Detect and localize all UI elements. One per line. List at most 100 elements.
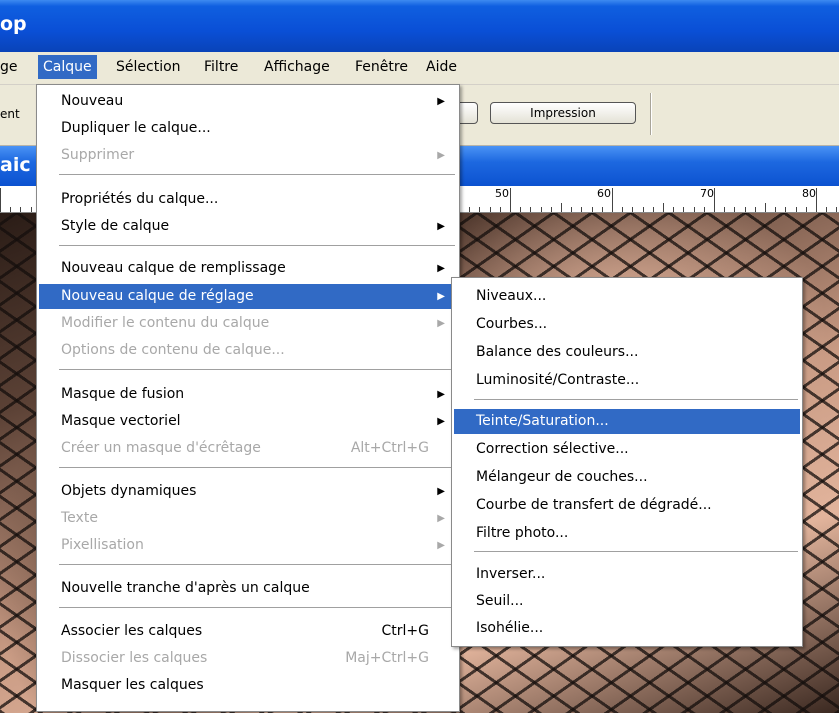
submenu-item-balance-couleurs[interactable]: Balance des couleurs... bbox=[454, 340, 800, 365]
submenu-arrow-icon: ▶ bbox=[437, 96, 445, 107]
menu-item-masque-vectoriel[interactable]: Masque vectoriel ▶ bbox=[39, 409, 457, 434]
menu-item-options-contenu: Options de contenu de calque... bbox=[39, 338, 457, 363]
menu-fenetre[interactable]: Fenêtre bbox=[355, 59, 408, 75]
ruler-tick bbox=[10, 207, 11, 212]
menu-item-nouvelle-tranche[interactable]: Nouvelle tranche d'après un calque bbox=[39, 576, 457, 601]
menu-item-label: Masque de fusion bbox=[61, 386, 185, 402]
ruler-tick bbox=[734, 207, 735, 212]
menu-item-dissocier: Dissocier les calques Maj+Ctrl+G bbox=[39, 646, 457, 671]
menu-item-label: Nouveau calque de réglage bbox=[61, 288, 254, 304]
menu-item-label: Courbes... bbox=[476, 316, 548, 332]
submenu-arrow-icon: ▶ bbox=[437, 416, 445, 427]
submenu-item-correction-selective[interactable]: Correction sélective... bbox=[454, 437, 800, 462]
print-button[interactable]: Impression bbox=[490, 102, 636, 124]
document-title: aic bbox=[0, 154, 31, 176]
menu-calque[interactable]: Calque bbox=[38, 55, 97, 79]
app-title: op bbox=[0, 13, 27, 35]
menu-item-label: Modifier le contenu du calque bbox=[61, 315, 270, 331]
ruler-tick bbox=[632, 207, 633, 212]
ruler-tick bbox=[31, 207, 32, 212]
menu-item-label: Mélangeur de couches... bbox=[476, 469, 648, 485]
menu-item-masque-fusion[interactable]: Masque de fusion ▶ bbox=[39, 382, 457, 407]
submenu-item-filtre-photo[interactable]: Filtre photo... bbox=[454, 521, 800, 546]
ruler-tick bbox=[724, 207, 725, 212]
ruler-tick bbox=[765, 203, 766, 212]
menu-item-shortcut: Alt+Ctrl+G bbox=[350, 440, 429, 456]
submenu-item-inverser[interactable]: Inverser... bbox=[454, 562, 800, 587]
submenu-item-luminosite-contraste[interactable]: Luminosité/Contraste... bbox=[454, 368, 800, 393]
menu-item-label: Isohélie... bbox=[476, 620, 544, 636]
ruler-tick bbox=[643, 207, 644, 212]
submenu-arrow-icon: ▶ bbox=[437, 513, 445, 524]
ruler-tick bbox=[806, 207, 807, 212]
ruler-tick bbox=[816, 188, 817, 212]
ruler-tick bbox=[653, 207, 654, 212]
reglage-submenu: Niveaux... Courbes... Balance des couleu… bbox=[451, 277, 803, 647]
menu-item-label: Niveaux... bbox=[476, 288, 547, 304]
menu-item-label: Pixellisation bbox=[61, 537, 144, 553]
submenu-item-courbe-transfert[interactable]: Courbe de transfert de dégradé... bbox=[454, 493, 800, 518]
ruler-label: 50 bbox=[495, 187, 509, 200]
submenu-item-melangeur-couches[interactable]: Mélangeur de couches... bbox=[454, 465, 800, 490]
menu-item-objets-dynamiques[interactable]: Objets dynamiques ▶ bbox=[39, 479, 457, 504]
ruler-tick bbox=[775, 207, 776, 212]
menu-affichage[interactable]: Affichage bbox=[264, 59, 330, 75]
menu-item-proprietes[interactable]: Propriétés du calque... bbox=[39, 187, 457, 212]
menu-selection[interactable]: Sélection bbox=[116, 59, 181, 75]
submenu-item-seuil[interactable]: Seuil... bbox=[454, 589, 800, 614]
submenu-item-niveaux[interactable]: Niveaux... bbox=[454, 284, 800, 309]
menu-item-label: Masquer les calques bbox=[61, 677, 204, 693]
ruler-tick bbox=[622, 207, 623, 212]
menu-separator bbox=[474, 551, 798, 552]
ruler-tick bbox=[612, 188, 613, 212]
menu-item-nouveau[interactable]: Nouveau ▶ bbox=[39, 89, 457, 114]
menu-item-label: Masque vectoriel bbox=[61, 413, 181, 429]
menu-item-label: Objets dynamiques bbox=[61, 483, 197, 499]
title-bar: op bbox=[0, 0, 839, 52]
ruler-tick bbox=[704, 207, 705, 212]
ruler-label: 60 bbox=[597, 187, 611, 200]
menu-item-style[interactable]: Style de calque ▶ bbox=[39, 214, 457, 239]
submenu-item-teinte-saturation[interactable]: Teinte/Saturation... bbox=[454, 409, 800, 434]
ruler-tick bbox=[520, 207, 521, 212]
calque-menu: Nouveau ▶ Dupliquer le calque... Supprime… bbox=[36, 84, 460, 712]
menu-separator bbox=[59, 607, 455, 608]
submenu-arrow-icon: ▶ bbox=[437, 291, 445, 302]
menu-item-label: Balance des couleurs... bbox=[476, 344, 639, 360]
toolbar-label: ent bbox=[0, 107, 20, 121]
ruler-tick bbox=[571, 207, 572, 212]
ruler-tick bbox=[0, 188, 1, 212]
ruler-tick bbox=[20, 207, 21, 212]
menu-separator bbox=[59, 174, 455, 175]
menu-item-remplissage[interactable]: Nouveau calque de remplissage ▶ bbox=[39, 256, 457, 281]
submenu-item-isohelie[interactable]: Isohélie... bbox=[454, 616, 800, 641]
menu-item-masquer[interactable]: Masquer les calques bbox=[39, 673, 457, 698]
menu-item-label: Luminosité/Contraste... bbox=[476, 372, 640, 388]
menu-item-label: Dupliquer le calque... bbox=[61, 120, 211, 136]
menu-item-dupliquer[interactable]: Dupliquer le calque... bbox=[39, 116, 457, 141]
ruler-tick bbox=[500, 207, 501, 212]
ruler-tick bbox=[530, 207, 531, 212]
ruler-tick bbox=[785, 207, 786, 212]
menu-filtre[interactable]: Filtre bbox=[204, 59, 238, 75]
ruler-tick bbox=[796, 207, 797, 212]
ruler-tick bbox=[836, 207, 837, 212]
ruler-tick bbox=[490, 207, 491, 212]
menu-item-label: Seuil... bbox=[476, 593, 524, 609]
ruler-tick bbox=[755, 207, 756, 212]
submenu-arrow-icon: ▶ bbox=[437, 318, 445, 329]
submenu-arrow-icon: ▶ bbox=[437, 150, 445, 161]
menu-item-label: Propriétés du calque... bbox=[61, 191, 219, 207]
menu-aide[interactable]: Aide bbox=[426, 59, 457, 75]
ruler-tick bbox=[592, 207, 593, 212]
submenu-arrow-icon: ▶ bbox=[437, 221, 445, 232]
menu-item-label: Correction sélective... bbox=[476, 441, 629, 457]
menu-item-reglage[interactable]: Nouveau calque de réglage ▶ bbox=[39, 284, 457, 309]
menu-item-shortcut: Ctrl+G bbox=[381, 623, 430, 639]
menu-item-label: Teinte/Saturation... bbox=[476, 413, 609, 429]
menu-item-associer[interactable]: Associer les calques Ctrl+G bbox=[39, 619, 457, 644]
submenu-item-courbes[interactable]: Courbes... bbox=[454, 312, 800, 337]
ruler-tick bbox=[694, 207, 695, 212]
menu-image[interactable]: ge bbox=[0, 59, 18, 75]
submenu-arrow-icon: ▶ bbox=[437, 540, 445, 551]
